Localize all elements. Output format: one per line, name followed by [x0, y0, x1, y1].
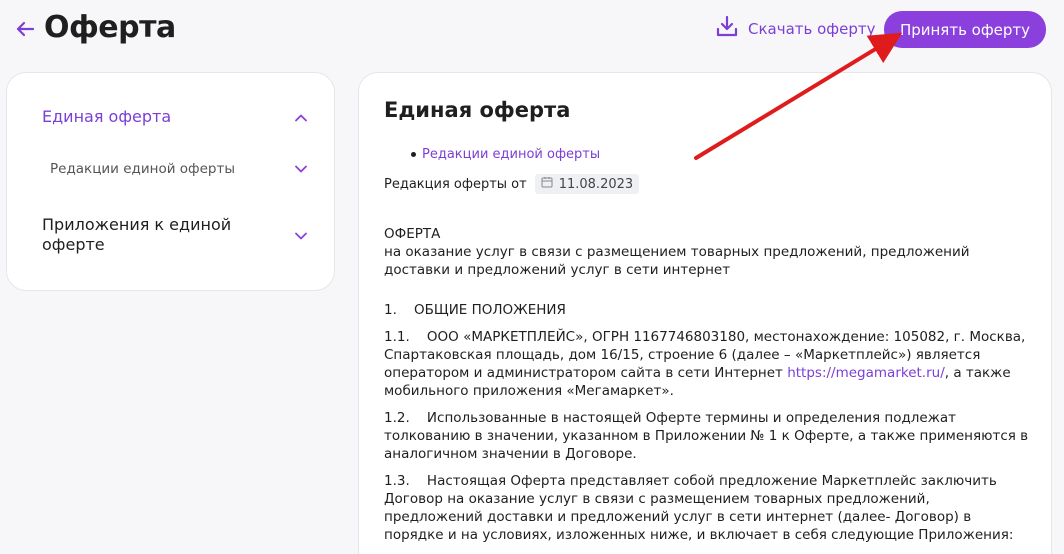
document-panel: Единая оферта Редакции единой оферты Ред… — [358, 72, 1052, 554]
download-icon — [714, 14, 740, 44]
chevron-down-icon[interactable] — [294, 162, 308, 176]
paragraph-1-2: 1.2. Использованные в настоящей Оферте т… — [384, 410, 1033, 462]
paragraph-1-3: 1.3. Настоящая Оферта представляет собой… — [384, 473, 1014, 543]
document-heading: ОФЕРТА на оказание услуг в связи с разме… — [384, 225, 1029, 279]
edition-date-badge: 11.08.2023 — [534, 174, 640, 194]
sidebar-item-unified-offer[interactable]: Единая оферта — [42, 107, 308, 126]
section-title: 1. ОБЩИЕ ПОЛОЖЕНИЯ — [384, 302, 566, 318]
document-title: Единая оферта — [384, 98, 571, 122]
sidebar-item-offer-appendices[interactable]: Приложения к единой оферте — [42, 215, 308, 255]
edition-date: 11.08.2023 — [558, 176, 634, 192]
sidebar-item-label: Единая оферта — [42, 107, 172, 126]
editions-link[interactable]: Редакции единой оферты — [422, 147, 600, 162]
sidebar-item-label: Редакции единой оферты — [50, 161, 235, 177]
download-offer-label: Скачать оферту — [748, 20, 876, 38]
back-arrow-icon[interactable] — [14, 18, 36, 40]
subheading-text: на оказание услуг в связи с размещением … — [384, 244, 970, 278]
paragraph-1-1: 1.1. ООО «МАРКЕТПЛЕЙС», ОГРН 11677468031… — [384, 328, 1029, 400]
page-title: Оферта — [44, 10, 176, 45]
bullet-dot-icon — [411, 152, 416, 157]
calendar-icon — [541, 176, 553, 192]
header: Оферта Скачать оферту Принять оферту — [0, 0, 1064, 62]
download-offer-button[interactable]: Скачать оферту — [714, 15, 876, 43]
list-item: Редакции единой оферты — [411, 147, 600, 162]
edition-row: Редакция оферты от 11.08.2023 — [384, 174, 640, 194]
sidebar-item-label: Приложения к единой оферте — [42, 215, 232, 254]
chevron-up-icon[interactable] — [294, 110, 308, 124]
heading-text: ОФЕРТА — [384, 226, 441, 242]
accept-offer-button[interactable]: Принять оферту — [884, 11, 1046, 48]
sidebar-item-offer-editions[interactable]: Редакции единой оферты — [50, 161, 308, 177]
megamarket-link[interactable]: https://megamarket.ru/ — [787, 365, 945, 381]
chevron-down-icon[interactable] — [294, 228, 308, 242]
document-body: ОФЕРТА на оказание услуг в связи с разме… — [384, 225, 1029, 553]
edition-label: Редакция оферты от — [384, 176, 527, 192]
sidebar: Единая оферта Редакции единой оферты При… — [6, 72, 335, 291]
